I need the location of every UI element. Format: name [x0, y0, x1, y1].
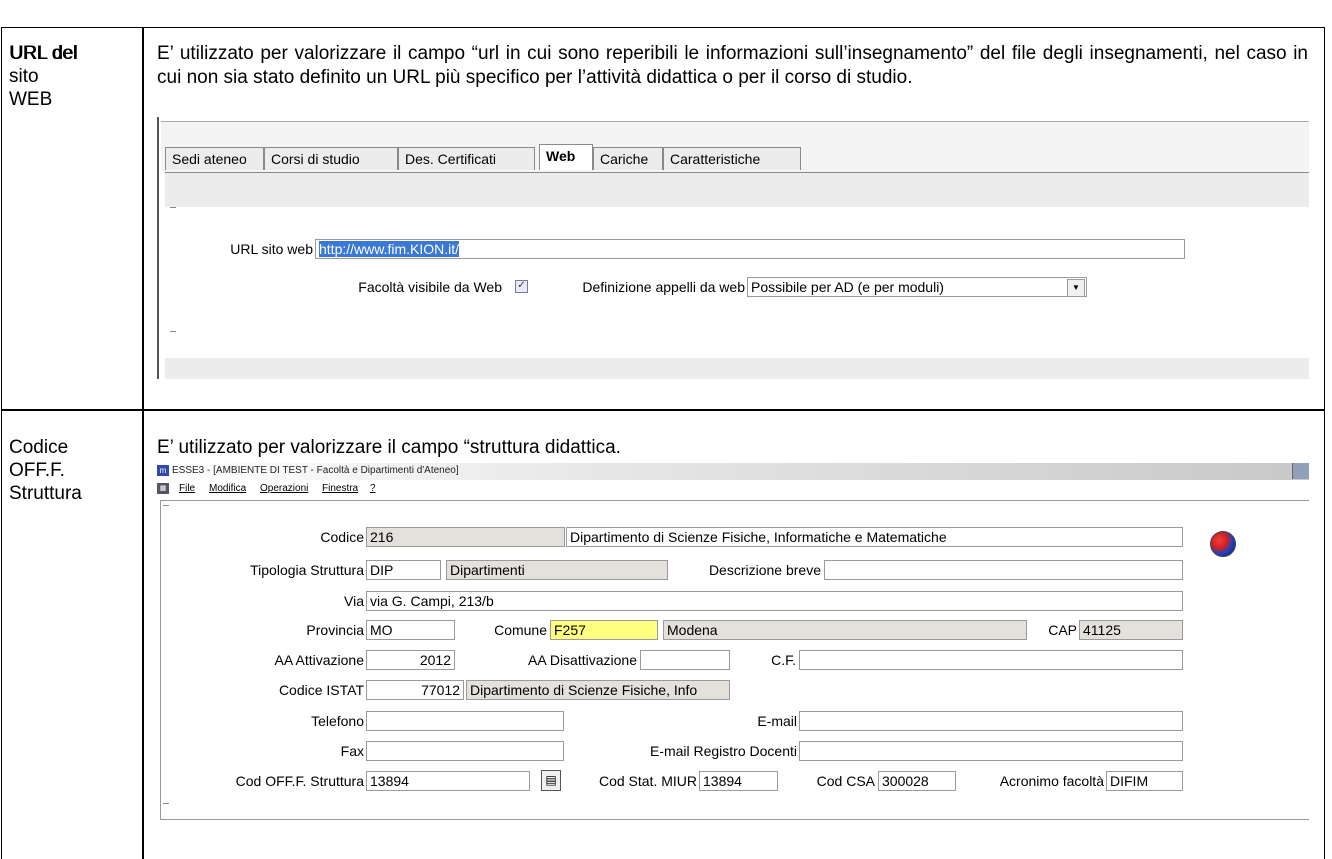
- menu-finestra[interactable]: Finestra: [322, 481, 358, 497]
- menu-file[interactable]: File: [179, 481, 195, 497]
- row-divider: [1, 409, 1325, 411]
- globe-icon[interactable]: [1210, 531, 1236, 557]
- visible-checkbox[interactable]: ✓: [515, 280, 528, 293]
- email-doc-field[interactable]: [799, 741, 1183, 761]
- csa-label: Cod CSA: [816, 773, 875, 789]
- email-doc-label: E-mail Registro Docenti: [649, 743, 797, 759]
- row1-label-line-1: URL del: [9, 43, 77, 64]
- codice-field[interactable]: 216: [366, 527, 565, 547]
- panel-mark-top: [170, 207, 176, 208]
- acr-field[interactable]: DIFIM: [1106, 771, 1183, 791]
- row2-label-line-3: Struttura: [9, 483, 82, 504]
- menu-help[interactable]: ?: [370, 481, 376, 497]
- menu-icon: ▦: [157, 483, 169, 494]
- tab-caratteristiche[interactable]: Caratteristiche: [663, 147, 801, 170]
- form-mark: [163, 505, 169, 506]
- telefono-field[interactable]: [366, 711, 564, 731]
- provincia-field[interactable]: MO: [366, 620, 455, 640]
- tab-strip: Sedi ateneo Corsi di studio Des. Certifi…: [165, 144, 1309, 173]
- comune-label: Comune: [494, 622, 547, 638]
- chevron-down-icon[interactable]: ▼: [1067, 279, 1085, 296]
- nome-field[interactable]: Dipartimento di Scienze Fisiche, Informa…: [566, 527, 1183, 547]
- lookup-button[interactable]: ▤: [541, 770, 561, 791]
- aa-disatt-field[interactable]: [640, 650, 730, 670]
- cf-field[interactable]: [799, 650, 1183, 670]
- tab-cariche[interactable]: Cariche: [593, 147, 663, 170]
- via-label: Via: [344, 593, 364, 609]
- url-label: URL sito web: [230, 241, 313, 257]
- provincia-label: Provincia: [306, 622, 364, 638]
- row1-label-line-3: WEB: [9, 89, 53, 110]
- cap-field[interactable]: 41125: [1079, 620, 1183, 640]
- comune-name-field[interactable]: Modena: [663, 620, 1027, 640]
- tab-subheader: [165, 173, 1309, 207]
- descr-breve-field[interactable]: [824, 560, 1183, 580]
- column-divider: [142, 27, 144, 859]
- istat-label: Codice ISTAT: [278, 682, 364, 698]
- visible-label: Facoltà visibile da Web: [358, 279, 502, 295]
- app-icon: m: [157, 465, 169, 476]
- menu-bar: ▦ File Modifica Operazioni Finestra ?: [157, 481, 1309, 497]
- menu-modifica[interactable]: Modifica: [209, 481, 246, 497]
- istat-desc-field[interactable]: Dipartimento di Scienze Fisiche, Info: [466, 680, 730, 700]
- off-field[interactable]: 13894: [366, 771, 530, 791]
- aa-att-field[interactable]: 2012: [366, 650, 455, 670]
- tab-web[interactable]: Web: [539, 144, 593, 170]
- tab-corsi-di-studio[interactable]: Corsi di studio: [264, 147, 398, 170]
- esse3-window: m ESSE3 - [AMBIENTE DI TEST - Facoltà e …: [157, 463, 1309, 823]
- email-field[interactable]: [799, 711, 1183, 731]
- url-value: http://www.fim.KION.it/: [319, 241, 460, 257]
- via-field[interactable]: via G. Campi, 213/b: [366, 591, 1183, 611]
- email-label: E-mail: [757, 713, 797, 729]
- csa-field[interactable]: 300028: [878, 771, 956, 791]
- form-mark-bottom: [163, 803, 169, 804]
- aa-att-label: AA Attivazione: [274, 652, 364, 668]
- fax-field[interactable]: [366, 741, 564, 761]
- url-input[interactable]: http://www.fim.KION.it/: [315, 239, 1185, 259]
- istat-field[interactable]: 77012: [366, 680, 464, 700]
- miur-field[interactable]: 13894: [699, 771, 778, 791]
- appelli-value: Possibile per AD (e per moduli): [751, 279, 944, 295]
- tab-des-certificati[interactable]: Des. Certificati: [398, 147, 535, 170]
- cf-label: C.F.: [771, 652, 796, 668]
- tab-sedi-ateneo[interactable]: Sedi ateneo: [165, 147, 264, 170]
- fax-label: Fax: [340, 743, 364, 759]
- appelli-label: Definizione appelli da web: [582, 279, 745, 295]
- tipologia-desc-field[interactable]: Dipartimenti: [446, 560, 668, 580]
- window-title: ESSE3 - [AMBIENTE DI TEST - Facoltà e Di…: [172, 465, 459, 476]
- aa-disatt-label: AA Disattivazione: [528, 652, 637, 668]
- window-control[interactable]: [1292, 463, 1309, 479]
- web-tab-screenshot: Sedi ateneo Corsi di studio Des. Certifi…: [157, 117, 1309, 379]
- descr-breve-label: Descrizione breve: [708, 562, 821, 578]
- cap-label: CAP: [1048, 622, 1077, 638]
- row2-label-line-2: OFF.F.: [9, 460, 65, 481]
- tipologia-code-field[interactable]: DIP: [366, 560, 441, 580]
- appelli-select[interactable]: Possibile per AD (e per moduli) ▼: [747, 277, 1087, 297]
- telefono-label: Telefono: [311, 713, 364, 729]
- acr-label: Acronimo facoltà: [999, 773, 1104, 789]
- comune-code-field[interactable]: F257: [550, 620, 658, 640]
- row1-label-line-2: sito: [9, 66, 39, 87]
- menu-operazioni[interactable]: Operazioni: [260, 481, 308, 497]
- off-label: Cod OFF.F. Struttura: [235, 773, 364, 789]
- title-bar: m ESSE3 - [AMBIENTE DI TEST - Facoltà e …: [157, 463, 1309, 480]
- tipologia-label: Tipologia Struttura: [250, 562, 364, 578]
- panel-mark-bottom: [170, 331, 176, 332]
- row2-label-line-1: Codice: [9, 437, 69, 458]
- row2-description: E’ utilizzato per valorizzare il campo “…: [157, 437, 621, 458]
- miur-label: Cod Stat. MIUR: [598, 773, 697, 789]
- codice-label: Codice: [320, 529, 364, 545]
- panel-footer: [165, 358, 1309, 379]
- row1-description: E’ utilizzato per valorizzare il campo “…: [157, 43, 1308, 88]
- screenshot-left-edge: [157, 117, 159, 379]
